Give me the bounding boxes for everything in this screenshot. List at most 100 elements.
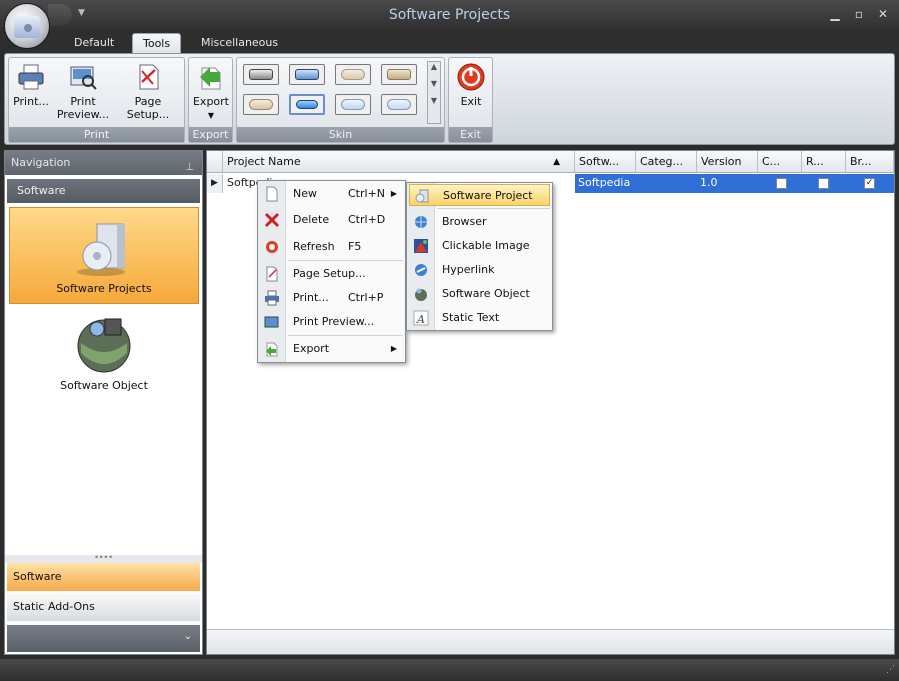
column-header-software[interactable]: Softw...	[575, 151, 636, 173]
page-setup-icon	[139, 64, 159, 90]
navigation-footer: ⌄	[7, 625, 200, 652]
application-menu-button[interactable]	[4, 3, 50, 49]
checkbox-br[interactable]: ✓	[864, 178, 875, 189]
scroll-down-icon[interactable]: ▼	[428, 79, 440, 88]
nav-item-software-object[interactable]: Software Object	[9, 311, 199, 401]
menu-item-new[interactable]: New Ctrl+N ▶	[260, 183, 403, 205]
navigation-header: Navigation ⊥	[5, 151, 202, 175]
software-project-icon	[415, 189, 429, 203]
skin-option-8[interactable]	[381, 94, 417, 115]
column-header-project-name[interactable]: Project Name ▲	[223, 151, 575, 173]
skin-option-7[interactable]	[335, 94, 371, 115]
skin-option-4[interactable]	[381, 64, 417, 85]
pin-icon[interactable]: ⊥	[185, 156, 194, 180]
skin-gallery	[243, 64, 421, 120]
export-icon	[200, 67, 221, 90]
cell-software[interactable]: Softpedia	[575, 174, 636, 193]
print-button[interactable]: Print...	[11, 62, 51, 108]
submenu-item-hyperlink[interactable]: Hyperlink	[409, 259, 550, 281]
skin-option-6[interactable]	[289, 94, 325, 115]
maximize-button[interactable]: ▫	[850, 6, 868, 22]
menu-item-export[interactable]: Export ▶	[260, 338, 403, 360]
title-bar: ▼ Software Projects ▁ ▫ ✕	[0, 0, 899, 32]
tab-tools[interactable]: Tools	[132, 33, 182, 54]
exit-group: Exit Exit	[448, 57, 493, 143]
skin-option-1[interactable]	[243, 64, 279, 85]
delete-icon	[264, 212, 280, 228]
menu-item-delete[interactable]: Delete Ctrl+D	[260, 209, 403, 231]
navigation-splitter[interactable]: ••••	[5, 554, 202, 563]
context-menu: New Ctrl+N ▶ Delete Ctrl+D Refresh F5 Pa…	[257, 180, 406, 363]
export-button[interactable]: Export ▼	[191, 62, 231, 122]
column-header-version[interactable]: Version	[697, 151, 758, 173]
column-header-br[interactable]: Br...	[846, 151, 894, 173]
exit-button[interactable]: Exit	[451, 62, 491, 108]
page-setup-icon	[266, 266, 278, 282]
ribbon: Print... Print Preview... Page Setup... …	[4, 53, 895, 145]
row-header-corner	[207, 151, 223, 173]
submenu-arrow-icon: ▶	[390, 344, 397, 353]
print-group: Print... Print Preview... Page Setup... …	[8, 57, 185, 143]
export-icon	[266, 342, 278, 357]
gallery-expand-icon[interactable]: ▼	[428, 96, 440, 105]
exit-group-label: Exit	[449, 127, 492, 142]
submenu-arrow-icon: ▶	[390, 189, 397, 198]
clickable-image-icon	[414, 239, 428, 253]
page-setup-button[interactable]: Page Setup...	[113, 62, 183, 121]
skin-option-2[interactable]	[289, 64, 325, 85]
cell-version[interactable]: 1.0	[697, 174, 758, 193]
tab-miscellaneous[interactable]: Miscellaneous	[191, 33, 288, 54]
nav-item-software-projects[interactable]: Software Projects	[9, 207, 199, 304]
software-object-icon	[77, 318, 131, 373]
cell-c[interactable]	[758, 174, 802, 193]
column-header-r[interactable]: R...	[802, 151, 846, 173]
submenu-item-clickable-image[interactable]: Clickable Image	[409, 235, 550, 257]
menu-item-refresh[interactable]: Refresh F5	[260, 236, 403, 258]
checkbox-c[interactable]	[776, 178, 787, 189]
submenu-item-software-project[interactable]: Software Project	[409, 184, 550, 206]
skin-group-label: Skin	[237, 127, 444, 142]
column-header-c[interactable]: C...	[758, 151, 802, 173]
skin-option-3[interactable]	[335, 64, 371, 85]
close-button[interactable]: ✕	[874, 6, 892, 22]
cell-br[interactable]: ✓	[846, 174, 894, 193]
resize-grip-icon[interactable]: ⋰	[886, 665, 895, 675]
window-title: Software Projects	[388, 7, 511, 23]
disc-icon	[14, 16, 40, 38]
sort-ascending-icon: ▲	[553, 157, 560, 167]
status-bar: ⋰	[0, 659, 899, 681]
scroll-up-icon[interactable]: ▲	[428, 62, 440, 71]
print-group-label: Print	[9, 127, 184, 142]
menu-item-print[interactable]: Print... Ctrl+P	[260, 287, 403, 309]
refresh-icon	[266, 241, 278, 253]
tab-default[interactable]: Default	[64, 33, 124, 54]
skin-gallery-scroll[interactable]: ▲ ▼ ▼	[427, 61, 441, 124]
print-preview-icon	[264, 316, 279, 328]
minimize-button[interactable]: ▁	[826, 6, 844, 22]
menu-item-page-setup[interactable]: Page Setup...	[260, 263, 403, 285]
cell-category[interactable]	[636, 174, 697, 193]
export-dropdown-icon[interactable]: ▼	[208, 111, 214, 120]
submenu-item-software-object[interactable]: Software Object	[409, 283, 550, 305]
submenu-item-static-text[interactable]: A Static Text	[409, 307, 550, 329]
printer-icon	[18, 64, 44, 90]
skin-group: ▲ ▼ ▼ Skin	[236, 57, 445, 143]
chevron-down-icon[interactable]: ⌄	[184, 631, 192, 642]
nav-bar-software[interactable]: Software	[7, 563, 200, 591]
power-icon	[457, 63, 485, 91]
submenu-item-browser[interactable]: Browser	[409, 211, 550, 233]
column-header-category[interactable]: Categ...	[636, 151, 697, 173]
printer-icon	[265, 290, 279, 306]
nav-bar-static-add-ons[interactable]: Static Add-Ons	[7, 593, 200, 621]
cell-r[interactable]	[802, 174, 846, 193]
checkbox-r[interactable]	[818, 178, 829, 189]
grid-footer	[207, 629, 894, 654]
ribbon-tabs: Default Tools Miscellaneous	[0, 32, 899, 54]
navigation-group-title[interactable]: Software	[7, 179, 200, 203]
skin-option-5[interactable]	[243, 94, 279, 115]
print-preview-icon	[70, 66, 97, 90]
svg-text:A: A	[416, 313, 425, 326]
menu-item-print-preview[interactable]: Print Preview...	[260, 311, 403, 333]
print-preview-button[interactable]: Print Preview...	[55, 62, 111, 121]
software-object-icon	[415, 288, 427, 301]
